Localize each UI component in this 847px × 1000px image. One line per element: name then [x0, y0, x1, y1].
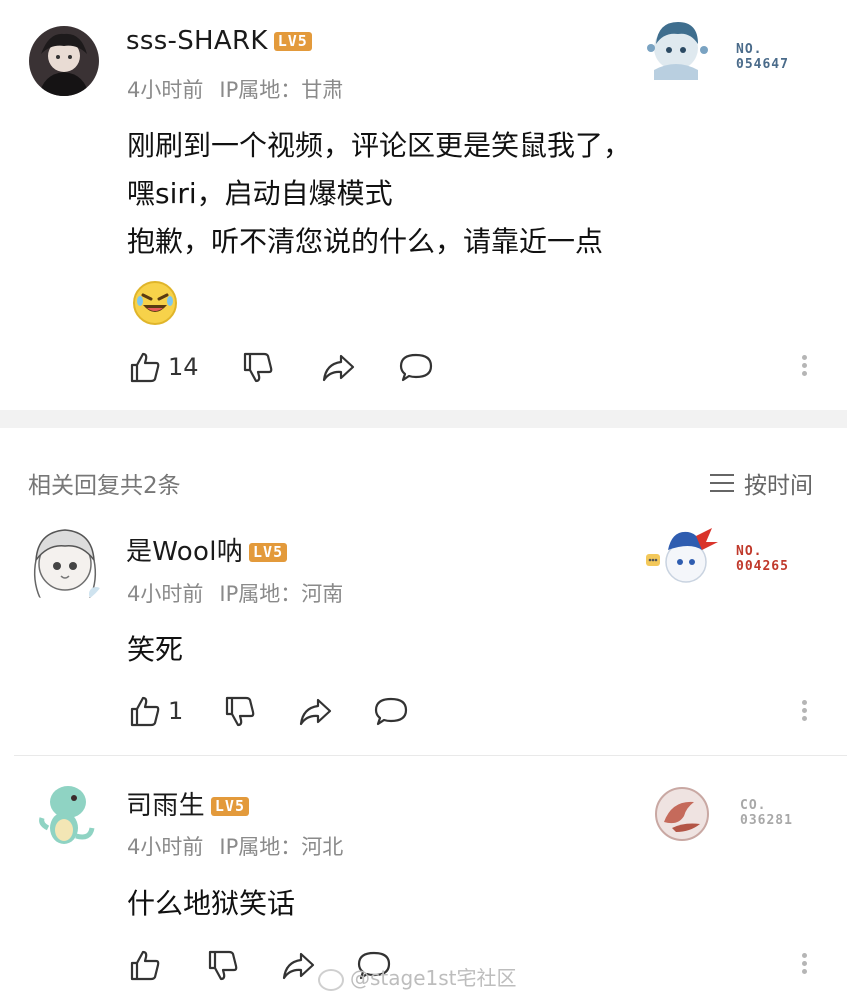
thumbs-up-icon — [130, 950, 160, 981]
thumbs-down-icon — [226, 696, 255, 727]
more-options-icon[interactable] — [802, 352, 808, 379]
comment-line: 刚刷到一个视频，评论区更是笑鼠我了， — [127, 129, 632, 162]
comment-button[interactable] — [398, 350, 434, 384]
badge-emblem-icon — [655, 787, 709, 841]
comment-icon — [399, 353, 432, 382]
badge-no-label: NO. — [736, 42, 763, 57]
like-button[interactable] — [128, 948, 168, 982]
level-badge: LV5 — [210, 797, 249, 816]
avatar[interactable] — [22, 520, 108, 606]
timestamp: 4小时前 — [127, 835, 204, 859]
comment-line: 抱歉，听不清您说的什么，请靠近一点 — [127, 225, 604, 258]
username-text[interactable]: 司雨生 — [126, 791, 205, 821]
share-icon — [300, 698, 332, 726]
like-button[interactable]: 14 — [128, 350, 199, 384]
share-icon — [322, 354, 354, 382]
fan-badge[interactable]: NO. 054647 — [636, 14, 816, 84]
timestamp: 4小时前 — [127, 78, 204, 102]
dislike-button[interactable] — [206, 948, 240, 982]
comment-button[interactable] — [373, 694, 409, 728]
thumbs-up-icon — [130, 696, 160, 727]
replies-count-header: 相关回复共2条 — [28, 473, 181, 499]
comment-meta: 4小时前 IP属地：河南 — [127, 578, 343, 608]
avatar[interactable] — [29, 26, 99, 96]
sort-by-time-button[interactable]: 按时间 — [708, 466, 813, 500]
ip-location: IP属地：河南 — [219, 582, 344, 606]
badge-number: 054647 — [736, 57, 789, 72]
comment-line: 嘿siri，启动自爆模式 — [127, 177, 393, 210]
dislike-button[interactable] — [223, 694, 257, 728]
username[interactable]: 司雨生 LV5 — [126, 785, 249, 822]
comment-icon — [375, 697, 408, 726]
fan-badge[interactable]: NO. 004265 — [640, 520, 820, 590]
badge-no-block: NO. 004265 — [736, 544, 789, 574]
action-bar: 14 — [128, 350, 434, 384]
badge-no-label: CO. — [740, 798, 767, 813]
more-options-icon[interactable] — [802, 697, 808, 724]
action-bar: 1 — [128, 694, 409, 728]
level-badge: LV5 — [273, 32, 312, 51]
comment-meta: 4小时前 IP属地：甘肃 — [127, 74, 343, 104]
fan-badge[interactable]: CO. 036281 — [646, 778, 826, 848]
share-icon — [282, 952, 315, 980]
avatar[interactable] — [30, 778, 104, 852]
level-badge: LV5 — [249, 543, 288, 562]
laughing-emoji-icon — [133, 281, 177, 325]
username[interactable]: sss-SHARK LV5 — [126, 26, 312, 56]
like-count: 14 — [168, 353, 199, 381]
badge-no-block: CO. 036281 — [740, 798, 793, 828]
badge-no-label: NO. — [736, 544, 763, 559]
username-text[interactable]: sss-SHARK — [126, 26, 268, 56]
thumbs-down-icon — [243, 352, 272, 383]
comment-meta: 4小时前 IP属地：河北 — [127, 831, 343, 861]
like-button[interactable]: 1 — [128, 694, 183, 728]
sort-lines-icon — [710, 474, 734, 492]
badge-number: 004265 — [736, 559, 789, 574]
badge-number: 036281 — [740, 813, 793, 828]
username[interactable]: 是Wool呐 LV5 — [126, 531, 288, 568]
share-button[interactable] — [297, 694, 333, 728]
share-button[interactable] — [280, 948, 316, 982]
comment-body: 刚刷到一个视频，评论区更是笑鼠我了， 嘿siri，启动自爆模式 抱歉，听不清您说… — [127, 122, 631, 266]
dislike-button[interactable] — [241, 350, 275, 384]
sort-label: 按时间 — [744, 473, 813, 499]
thumbs-down-icon — [208, 950, 238, 981]
reply-text: 笑死 — [127, 633, 184, 666]
ip-location: IP属地：河北 — [219, 835, 344, 859]
weibo-logo-icon — [318, 968, 344, 991]
badge-no-block: NO. 054647 — [736, 42, 789, 72]
like-count: 1 — [168, 697, 184, 725]
share-button[interactable] — [320, 350, 356, 384]
reply-divider — [14, 755, 847, 756]
watermark-text: @stage1st宅社区 — [350, 966, 517, 990]
watermark: @stage1st宅社区 — [318, 962, 517, 991]
section-divider — [0, 410, 847, 428]
timestamp: 4小时前 — [127, 582, 204, 606]
ip-location: IP属地：甘肃 — [219, 78, 344, 102]
thumbs-up-icon — [130, 352, 160, 383]
username-text[interactable]: 是Wool呐 — [126, 537, 243, 567]
more-options-icon[interactable] — [802, 950, 808, 977]
badge-character-icon — [646, 528, 718, 583]
badge-character-icon — [647, 22, 708, 80]
reply-text: 什么地狱笑话 — [127, 887, 296, 920]
